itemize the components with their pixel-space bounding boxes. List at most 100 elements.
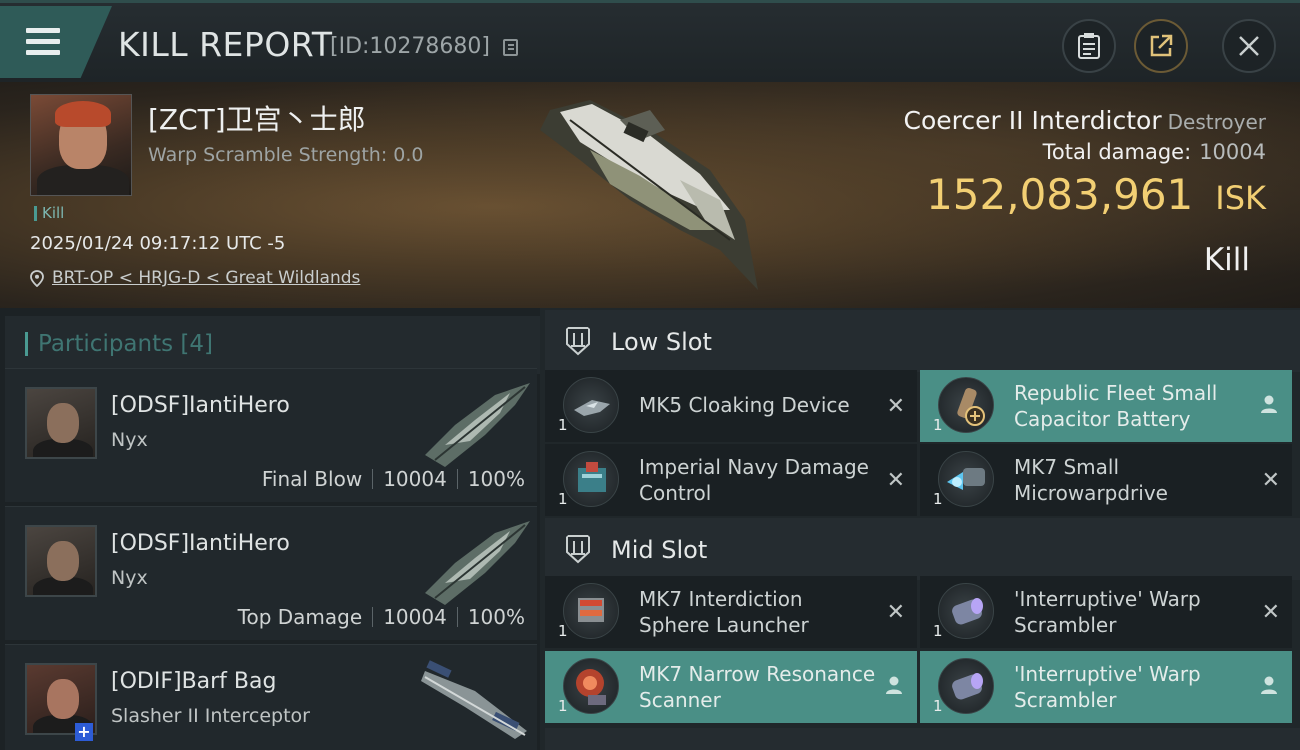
participant-row[interactable]: [ODSF]IantiHero Nyx Final Blow 10004 100%	[5, 368, 537, 502]
participant-row[interactable]: + [ODIF]Barf Bag Slasher II Interceptor	[5, 644, 537, 750]
ship-class: Destroyer	[1167, 110, 1266, 134]
module-quantity: 1	[933, 622, 943, 640]
menu-icon-bar	[26, 39, 60, 44]
module-item[interactable]: 1 Imperial Navy Damage Control ✕	[545, 444, 917, 516]
total-damage: Total damage: 10004	[1043, 140, 1266, 164]
participant-name[interactable]: [ODSF]IantiHero	[111, 393, 290, 418]
share-button[interactable]	[1134, 19, 1188, 73]
page-title: KILL REPORT	[118, 25, 333, 64]
menu-icon	[26, 28, 60, 33]
participant-ship: Slasher II Interceptor	[111, 705, 310, 727]
close-button[interactable]	[1222, 19, 1276, 73]
participant-ship-image[interactable]	[415, 375, 535, 471]
module-item[interactable]: 1 MK7 Interdiction Sphere Launcher ✕	[545, 576, 917, 648]
close-icon	[1239, 36, 1259, 56]
module-name: MK7 Interdiction Sphere Launcher	[639, 587, 809, 637]
location-pin-icon	[30, 270, 44, 287]
add-contact-icon[interactable]: +	[75, 723, 93, 741]
participant-name[interactable]: [ODIF]Barf Bag	[111, 669, 276, 694]
participant-ship-image[interactable]	[415, 513, 535, 609]
person-icon[interactable]	[1260, 394, 1278, 414]
menu-button[interactable]	[0, 6, 112, 78]
victim-pilot-name[interactable]: [ZCT]卫宫丶士郎	[148, 98, 366, 138]
module-name: 'Interruptive' Warp Scrambler	[1014, 587, 1201, 637]
participant-damage: 10004	[383, 467, 447, 491]
module-name: MK5 Cloaking Device	[639, 393, 850, 417]
module-quantity: 1	[558, 697, 568, 715]
low-slot-header: Low Slot	[545, 310, 1300, 372]
module-item[interactable]: 1 MK7 Small Microwarpdrive ✕	[920, 444, 1292, 516]
module-item[interactable]: 1 'Interruptive' Warp Scrambler ✕	[920, 576, 1292, 648]
avatar-hair	[55, 101, 111, 127]
participant-ship-image[interactable]	[415, 651, 535, 747]
module-item[interactable]: 1 'Interruptive' Warp Scrambler	[920, 651, 1292, 723]
module-quantity: 1	[558, 622, 568, 640]
kill-datetime: 2025/01/24 09:17:12 UTC -5	[30, 233, 286, 254]
cloaking-device-icon	[563, 377, 619, 433]
next-slot-header	[545, 728, 1300, 750]
victim-avatar[interactable]	[30, 94, 132, 196]
remove-icon[interactable]: ✕	[1262, 600, 1280, 625]
module-name: MK7 Small Microwarpdrive	[1014, 455, 1168, 505]
module-name: 'Interruptive' Warp Scrambler	[1014, 662, 1201, 712]
remove-icon[interactable]: ✕	[887, 394, 905, 419]
capacitor-battery-icon	[938, 377, 994, 433]
total-damage-value: 10004	[1199, 140, 1266, 164]
location-link[interactable]: BRT-OP < HRJG-D < Great Wildlands	[52, 268, 360, 288]
top-bar: KILL REPORT [ID:10278680]	[0, 0, 1300, 82]
resonance-scanner-icon	[563, 658, 619, 714]
kill-tag: Kill	[34, 206, 64, 221]
fitting-panel: Low Slot 1 MK5 Cloaking Device ✕ 1 Repub…	[540, 308, 1300, 750]
participants-panel: Participants [4] [ODSF]IantiHero Nyx Fin…	[0, 308, 540, 750]
report-id: [ID:10278680]	[330, 34, 490, 59]
kill-location[interactable]: BRT-OP < HRJG-D < Great Wildlands	[30, 268, 360, 288]
participant-stats: Top Damage 10004 100%	[238, 605, 525, 629]
low-slot-title: Low Slot	[611, 328, 712, 356]
mid-slot-header: Mid Slot	[545, 518, 1300, 580]
module-name: Republic Fleet Small Capacitor Battery	[1014, 381, 1218, 431]
module-quantity: 1	[558, 416, 568, 434]
clipboard-button[interactable]	[1062, 19, 1116, 73]
remove-icon[interactable]: ✕	[887, 468, 905, 493]
avatar-face	[47, 541, 79, 581]
participant-role: Final Blow	[261, 467, 363, 491]
copy-icon[interactable]	[503, 39, 518, 56]
participant-avatar[interactable]	[25, 387, 97, 459]
remove-icon[interactable]: ✕	[887, 600, 905, 625]
avatar-face	[47, 679, 79, 719]
participant-percent: 100%	[467, 605, 525, 629]
module-quantity: 1	[558, 490, 568, 508]
participant-name[interactable]: [ODSF]IantiHero	[111, 531, 290, 556]
participant-avatar[interactable]	[25, 525, 97, 597]
person-icon[interactable]	[1260, 675, 1278, 695]
module-quantity: 1	[933, 416, 943, 434]
module-item[interactable]: 1 MK5 Cloaking Device ✕	[545, 370, 917, 442]
isk-unit: ISK	[1215, 179, 1266, 217]
microwarpdrive-icon	[938, 451, 994, 507]
share-icon	[1150, 34, 1173, 57]
interdiction-launcher-icon	[563, 583, 619, 639]
module-item[interactable]: 1 MK7 Narrow Resonance Scanner	[545, 651, 917, 723]
module-item[interactable]: 1 Republic Fleet Small Capacitor Battery	[920, 370, 1292, 442]
avatar-face	[47, 403, 79, 443]
victim-header: [ZCT]卫宫丶士郎 Warp Scramble Strength: 0.0 K…	[0, 82, 1300, 308]
mid-slot-title: Mid Slot	[611, 536, 708, 564]
module-quantity: 1	[933, 697, 943, 715]
isk-amount: 152,083,961	[926, 170, 1194, 219]
remove-icon[interactable]: ✕	[1262, 468, 1280, 493]
participant-damage: 10004	[383, 605, 447, 629]
participant-stats: Final Blow 10004 100%	[262, 467, 525, 491]
module-name: Imperial Navy Damage Control	[639, 455, 869, 505]
module-name: MK7 Narrow Resonance Scanner	[639, 662, 876, 712]
module-quantity: 1	[933, 490, 943, 508]
victim-ship-name[interactable]: Coercer II Interdictor Destroyer	[904, 106, 1266, 135]
participant-row[interactable]: [ODSF]IantiHero Nyx Top Damage 10004 100%	[5, 506, 537, 640]
victim-ship-image[interactable]	[530, 90, 770, 300]
isk-value: 152,083,961 ISK	[926, 170, 1266, 219]
person-icon[interactable]	[885, 675, 903, 695]
menu-icon-bar	[26, 50, 60, 55]
participant-ship: Nyx	[111, 567, 148, 589]
warp-scrambler-icon	[938, 658, 994, 714]
kill-result: Kill	[1203, 242, 1250, 278]
participants-title: Participants [4]	[25, 332, 213, 356]
